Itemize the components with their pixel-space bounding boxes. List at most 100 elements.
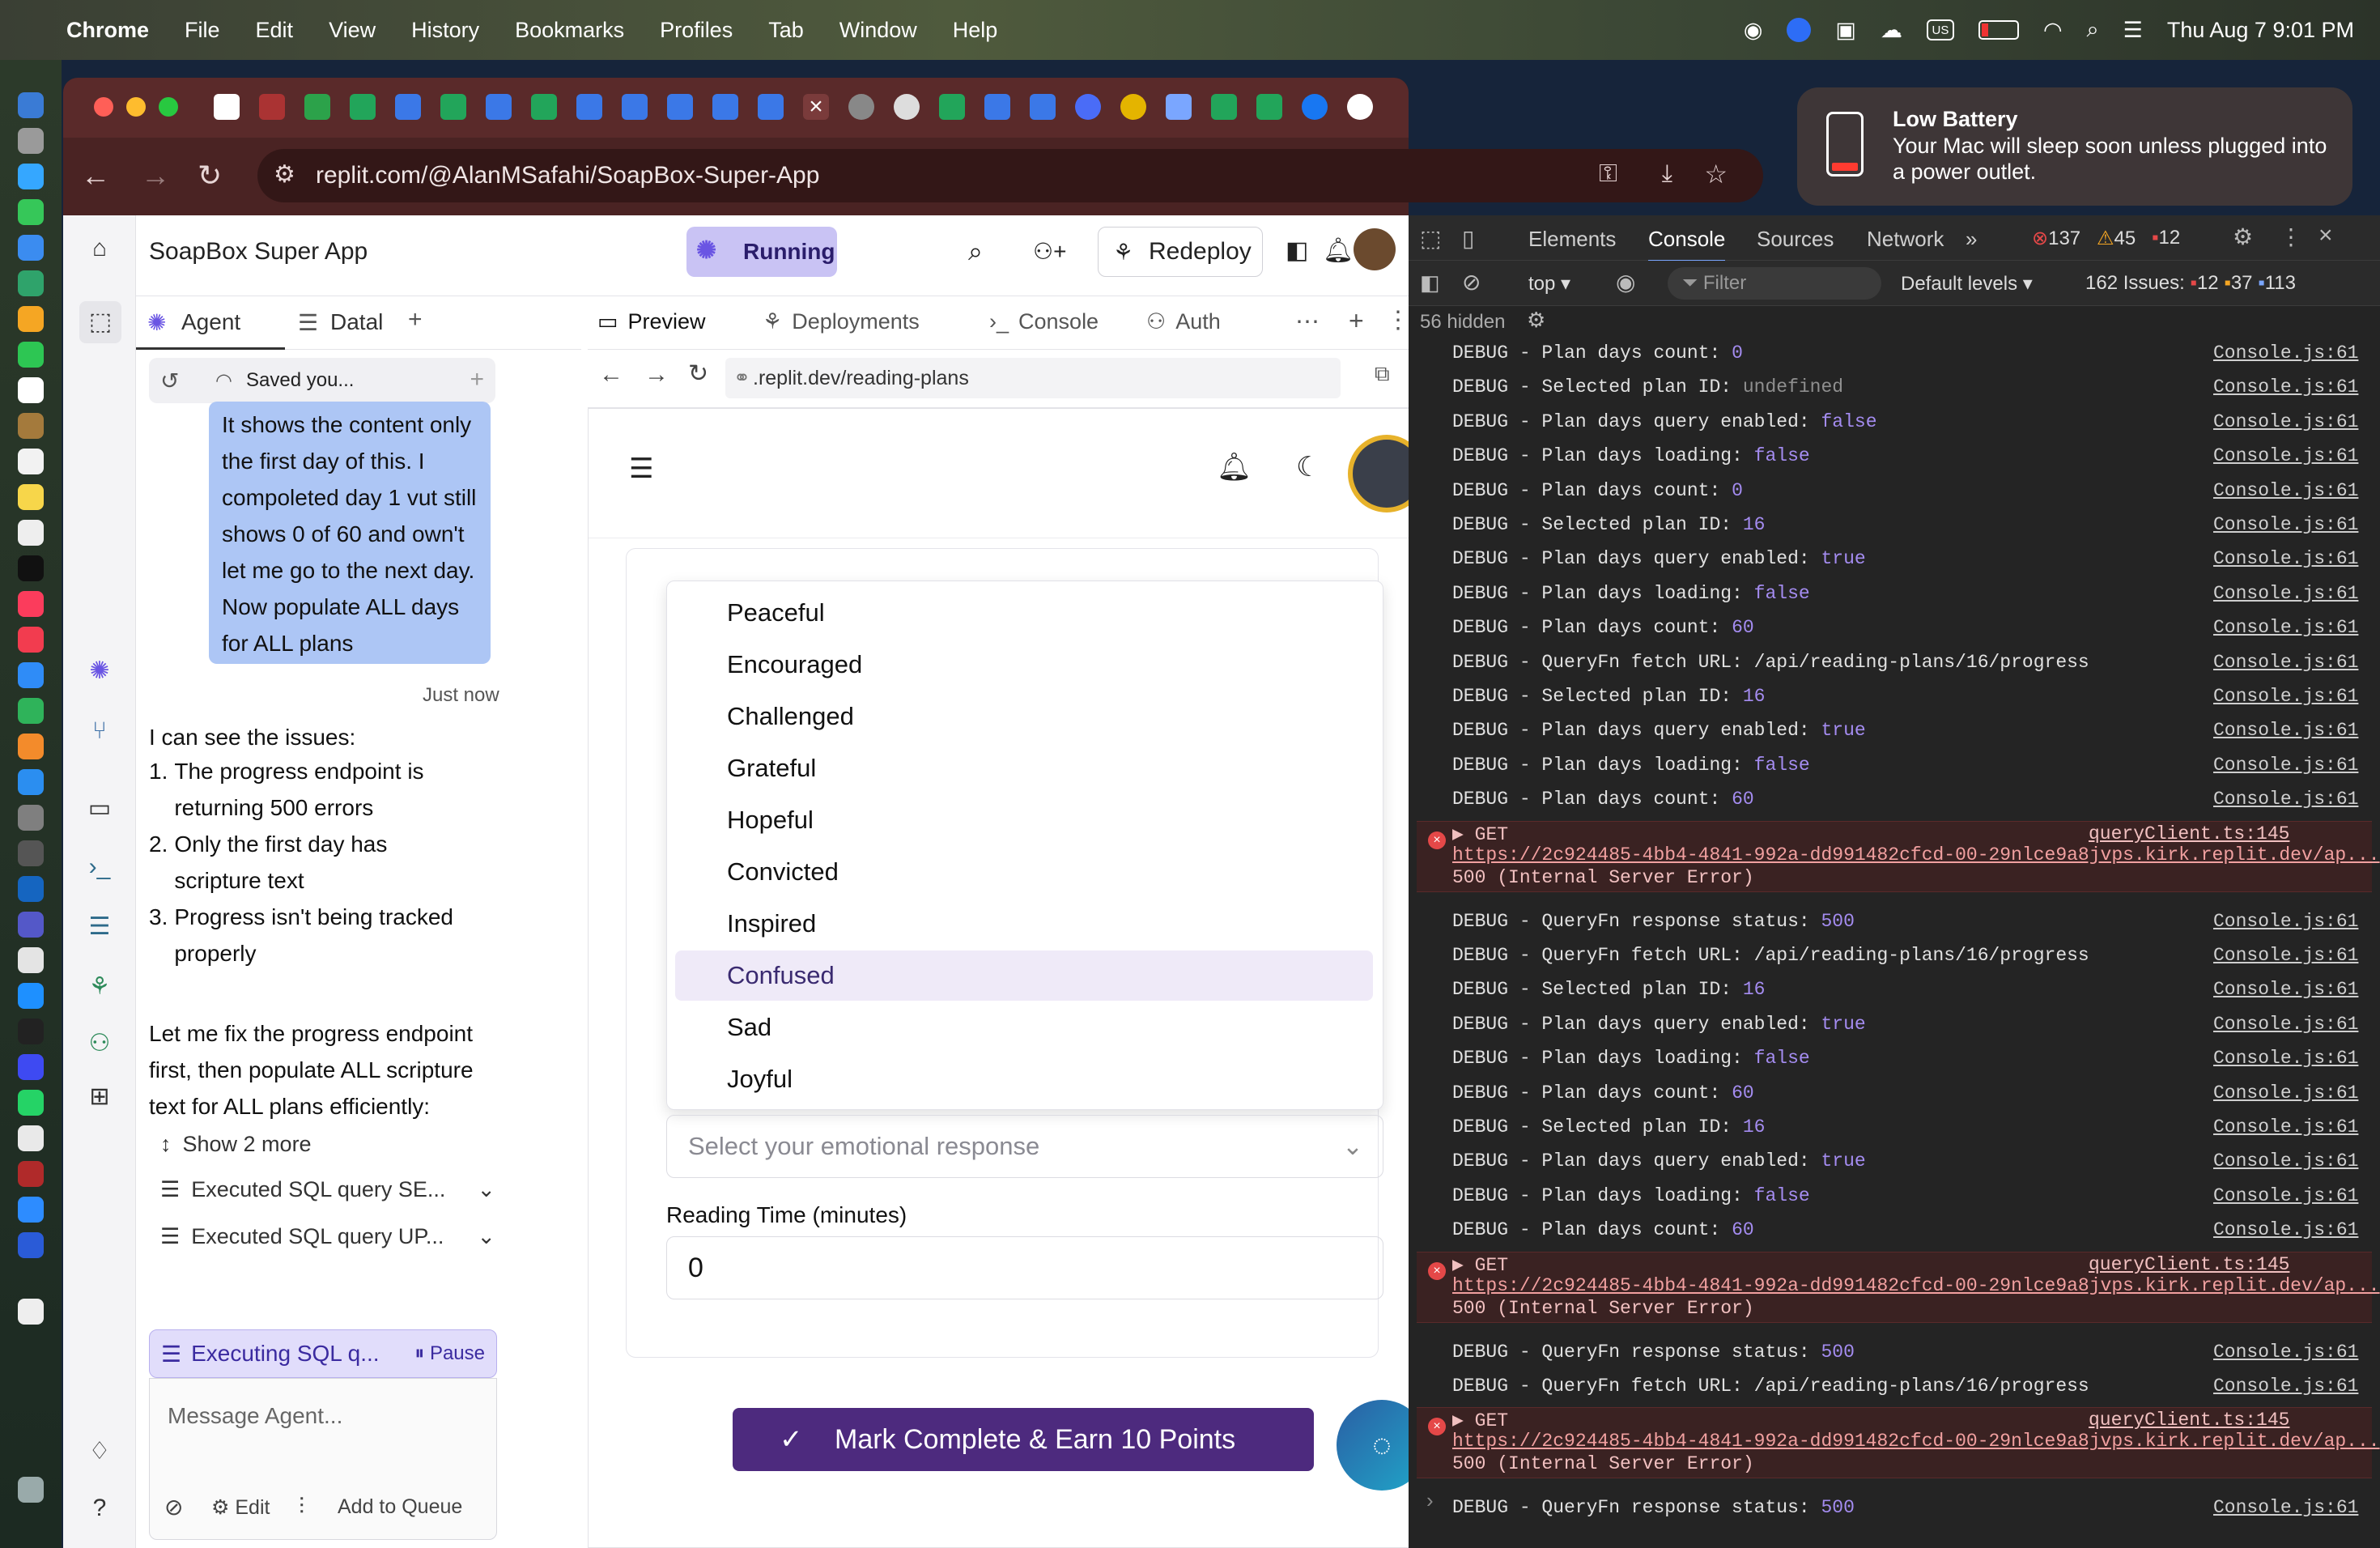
music-icon[interactable]	[18, 591, 44, 617]
close-window-button[interactable]	[94, 97, 113, 117]
error-source-link[interactable]: queryClient.ts:145	[2089, 823, 2289, 844]
theme-icon[interactable]: ♢	[86, 1438, 113, 1465]
drive-tab-icon[interactable]	[304, 94, 330, 120]
devices-icon[interactable]: ⧉	[1375, 361, 1390, 387]
preview-url-input[interactable]: ⚭ .replit.dev/reading-plans	[725, 358, 1341, 398]
invite-icon[interactable]: ⚇+	[1033, 238, 1066, 265]
show-more-button[interactable]: ↕ Show 2 more	[160, 1132, 312, 1157]
reload-icon[interactable]: ↻	[688, 359, 708, 388]
tab-agent[interactable]: ✺ Agent	[136, 296, 285, 350]
log-source-link[interactable]: Console.js:61	[2213, 542, 2358, 575]
edit-button[interactable]: ⚙ Edit	[211, 1495, 270, 1520]
console-error-entry[interactable]: × ▶ GET queryClient.ts:145 https://2c924485…	[1417, 1251, 2380, 1323]
log-source-link[interactable]: Console.js:61	[2213, 1008, 2358, 1040]
finder-icon[interactable]	[18, 92, 44, 118]
sql-step-2[interactable]: ☰ Executed SQL query UP... ⌄	[160, 1224, 495, 1249]
log-source-link[interactable]: Console.js:61	[2213, 1077, 2358, 1109]
notifications-icon[interactable]: 🔔︎	[1323, 236, 1354, 265]
log-source-link[interactable]: Console.js:61	[2213, 371, 2358, 403]
cloud-icon[interactable]: ☁	[1881, 18, 1902, 43]
mail-icon[interactable]	[18, 235, 44, 261]
forward-icon[interactable]: →	[141, 159, 170, 193]
settings-sliders-icon[interactable]: ⫶	[299, 1494, 304, 1520]
contacts-icon[interactable]	[18, 413, 44, 439]
menu-file[interactable]: File	[185, 18, 220, 43]
home-icon[interactable]: ⌂	[86, 235, 113, 262]
menubar-datetime[interactable]: Thu Aug 7 9:01 PM	[2167, 18, 2354, 43]
log-source-link[interactable]: Console.js:61	[2213, 1180, 2358, 1212]
back-icon[interactable]: ←	[81, 159, 110, 193]
add-tab-icon[interactable]: +	[1349, 306, 1364, 336]
facetime-icon[interactable]	[18, 342, 44, 368]
reload-icon[interactable]: ↻	[198, 159, 222, 193]
option-convicted[interactable]: Convicted	[675, 847, 1373, 897]
log-source-link[interactable]: Console.js:61	[2213, 1214, 2358, 1246]
new-tab-icon[interactable]: ⬚	[79, 301, 121, 343]
trash-icon[interactable]	[18, 1477, 44, 1503]
console-filter-input[interactable]: ⏷ Filter	[1668, 267, 1881, 300]
log-source-link[interactable]: Console.js:61	[2213, 973, 2358, 1006]
tab-sources[interactable]: Sources	[1757, 227, 1834, 252]
news-icon[interactable]	[18, 627, 44, 653]
sql-step-1[interactable]: ☰ Executed SQL query SE... ⌄	[160, 1177, 495, 1202]
pages-icon[interactable]	[18, 734, 44, 759]
log-source-link[interactable]: Console.js:61	[2213, 939, 2358, 972]
notes-icon[interactable]	[18, 484, 44, 510]
url-text[interactable]: replit.com/@AlanMSafahi/SoapBox-Super-Ap…	[316, 162, 819, 189]
menu-edit[interactable]: Edit	[256, 18, 294, 43]
log-source-link[interactable]: Console.js:61	[2213, 1336, 2358, 1368]
messages-icon[interactable]	[18, 199, 44, 225]
emotional-response-select[interactable]: Select your emotional response ⌄	[666, 1115, 1383, 1178]
live-expression-eye-icon[interactable]: ◉	[1616, 269, 1635, 296]
all-tools-icon[interactable]: ⊞	[86, 1083, 113, 1111]
menu-window[interactable]: Window	[839, 18, 917, 43]
option-sad[interactable]: Sad	[675, 1002, 1373, 1053]
preview-icon[interactable]	[18, 947, 44, 973]
reading-time-input[interactable]: 0	[666, 1236, 1383, 1299]
shell-icon[interactable]: ›_	[86, 853, 113, 881]
omnibox[interactable]: ⚙ replit.com/@AlanMSafahi/SoapBox-Super-…	[257, 149, 1763, 202]
accessibility-icon[interactable]: ◉	[1744, 18, 1763, 43]
option-inspired[interactable]: Inspired	[675, 899, 1373, 949]
more-icon[interactable]: ⋮	[1386, 306, 1410, 334]
error-source-link[interactable]: queryClient.ts:145	[2089, 1410, 2289, 1431]
safari-icon[interactable]	[18, 164, 44, 189]
sheets-tab-icon[interactable]	[939, 94, 965, 120]
zoom-dock-icon[interactable]	[18, 1197, 44, 1223]
gemini-tab-icon[interactable]	[1166, 94, 1192, 120]
active-tab-close-icon[interactable]: ×	[803, 94, 829, 120]
option-encouraged[interactable]: Encouraged	[675, 640, 1373, 690]
settings-gear-icon[interactable]: ⚙	[2233, 223, 2253, 250]
issues-summary[interactable]: 162 Issues: ▪12 ▪37 ▪113	[2085, 272, 2296, 295]
sheets-tab-icon[interactable]	[440, 94, 466, 120]
log-source-link[interactable]: Console.js:61	[2213, 1111, 2358, 1143]
option-grateful[interactable]: Grateful	[675, 743, 1373, 793]
user-avatar[interactable]	[1354, 228, 1396, 270]
log-source-link[interactable]: Console.js:61	[2213, 1491, 2358, 1524]
menu-bookmarks[interactable]: Bookmarks	[515, 18, 624, 43]
forward-icon[interactable]: →	[644, 361, 669, 389]
console-error-entry[interactable]: × ▶ GET queryClient.ts:145 https://2c924485…	[1417, 820, 2380, 892]
issues-count[interactable]: ▪12	[2152, 227, 2180, 249]
preview-icon[interactable]: ▭	[86, 795, 113, 823]
docs-tab-icon[interactable]	[395, 94, 421, 120]
docs-tab-icon[interactable]	[712, 94, 738, 120]
menu-help[interactable]: Help	[953, 18, 998, 43]
tab-auth[interactable]: ⚇ Auth	[1146, 309, 1221, 334]
tab-database-label[interactable]: Datal	[330, 309, 383, 335]
history-icon[interactable]: ↺	[160, 368, 179, 394]
outlook-icon[interactable]: ▣	[1835, 18, 1856, 43]
attach-icon[interactable]: ⊘	[164, 1494, 183, 1520]
search-icon[interactable]: ⌕	[968, 236, 983, 267]
terminal-icon[interactable]	[18, 1019, 44, 1044]
window-toggle-icon[interactable]: ◧	[1286, 236, 1308, 265]
tab-deployments[interactable]: ⚘ Deployments	[763, 309, 920, 334]
facebook-tab-icon[interactable]	[1302, 94, 1328, 120]
log-source-link[interactable]: Console.js:61	[2213, 1042, 2358, 1074]
option-challenged[interactable]: Challenged	[675, 691, 1373, 742]
docs-tab-icon[interactable]	[576, 94, 602, 120]
dictionary-icon[interactable]	[18, 1161, 44, 1187]
install-icon[interactable]: ⤓	[1662, 160, 1672, 188]
option-hopeful[interactable]: Hopeful	[675, 795, 1373, 845]
warning-count[interactable]: ⚠45	[2097, 227, 2136, 250]
